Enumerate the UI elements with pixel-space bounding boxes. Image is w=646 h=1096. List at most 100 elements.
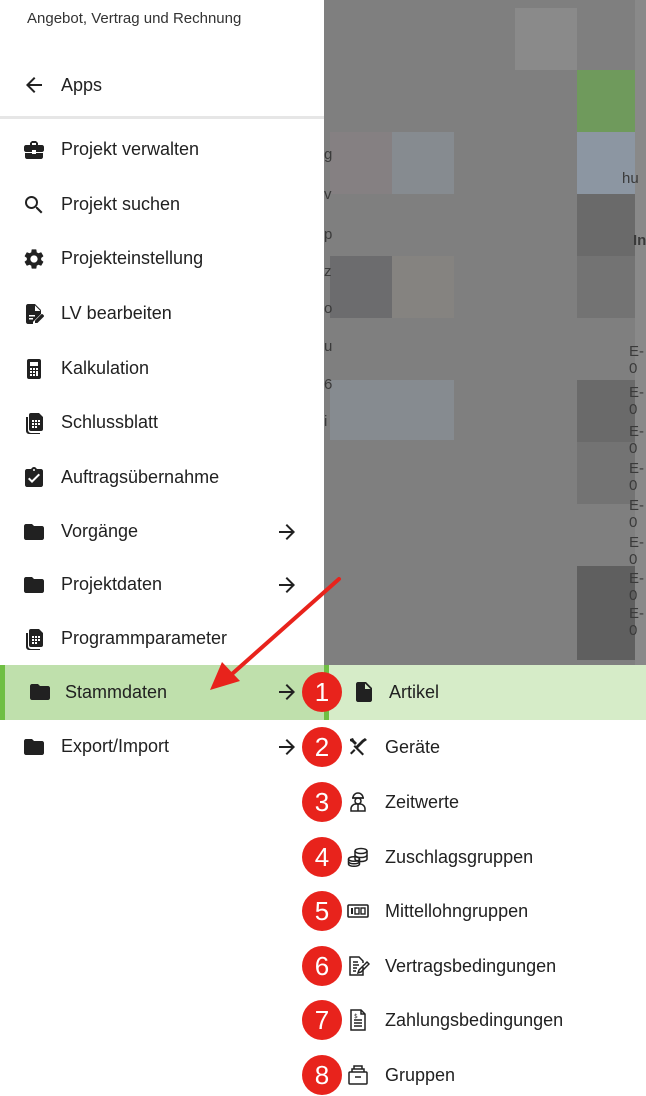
- bg-block: [515, 8, 577, 70]
- menu-item-label: Kalkulation: [61, 358, 150, 378]
- coins-icon: [346, 845, 370, 869]
- menu-item-projekteinstellung[interactable]: Projekteinstellung: [0, 234, 324, 284]
- number-badge: 6: [302, 946, 342, 986]
- bg-text: v: [324, 186, 332, 203]
- arrow-right-icon: [275, 735, 299, 759]
- submenu-item-label: Artikel: [389, 682, 440, 702]
- bg-text: z: [324, 263, 332, 280]
- arrow-right-icon: [275, 520, 299, 544]
- bg-block: [330, 256, 392, 318]
- briefcase-icon: [22, 138, 46, 162]
- number-badge: 4: [302, 837, 342, 877]
- submenu-item-vertragsbedingungen[interactable]: 6 Vertragsbedingungen: [302, 943, 646, 989]
- bg-text: 6: [324, 376, 333, 393]
- bg-block: [330, 132, 392, 194]
- menu-item-vorgaenge[interactable]: Vorgänge: [0, 507, 324, 557]
- arrow-left-icon: [22, 73, 46, 97]
- number-badge: 1: [302, 672, 342, 712]
- apps-label: Apps: [61, 75, 103, 95]
- bg-text: g: [324, 146, 333, 163]
- folder-icon: [22, 735, 46, 759]
- submenu-item-label: Geräte: [385, 737, 441, 757]
- bg-text: E-0: [629, 343, 644, 377]
- menu-item-label: Vorgänge: [61, 521, 139, 541]
- background-app-overlay: g v p z o u 6 i hu In E-0 E-0 E-0 E-0 E-…: [324, 0, 646, 665]
- submenu-item-label: Zeitwerte: [385, 792, 460, 812]
- bg-block: [577, 566, 637, 660]
- bg-block: [392, 132, 454, 194]
- submenu-item-mittellohngruppen[interactable]: 5 Mittellohngruppen: [302, 888, 646, 934]
- menu-item-label: Stammdaten: [65, 682, 168, 702]
- menu-item-label: Projekteinstellung: [61, 248, 204, 268]
- bg-text: u: [324, 338, 333, 355]
- number-badge: 8: [302, 1055, 342, 1095]
- menu-item-programmparameter[interactable]: Programmparameter: [0, 614, 324, 664]
- gear-icon: [22, 247, 46, 271]
- menu-item-projekt-suchen[interactable]: Projekt suchen: [0, 180, 324, 230]
- bg-block: [330, 380, 454, 440]
- submenu-item-zeitwerte[interactable]: 3 Zeitwerte: [302, 779, 646, 825]
- bg-text: E-0: [629, 605, 644, 639]
- bg-text: i: [324, 413, 328, 430]
- search-icon: [22, 193, 46, 217]
- menu-item-auftragsuebernahme[interactable]: Auftragsübernahme: [0, 453, 324, 503]
- folder-stack-icon: [346, 1063, 370, 1087]
- submenu-item-artikel[interactable]: 1 Artikel: [302, 669, 646, 715]
- submenu-item-zahlungsbedingungen[interactable]: 7 $ Zahlungsbedingungen: [302, 997, 646, 1043]
- menu-item-label: Projektdaten: [61, 574, 163, 594]
- bg-text: E-0: [629, 534, 644, 568]
- menu-item-label: Export/Import: [61, 736, 170, 756]
- menu-item-projekt-verwalten[interactable]: Projekt verwalten: [0, 125, 324, 175]
- submenu-item-geraete[interactable]: 2 Geräte: [302, 724, 646, 770]
- bg-block: [577, 256, 637, 318]
- menu-item-label: Projekt verwalten: [61, 139, 200, 159]
- folder-icon: [22, 520, 46, 544]
- drawer-title: Angebot, Vertrag und Rechnung: [27, 10, 242, 27]
- number-badge: 3: [302, 782, 342, 822]
- submenu-item-label: Gruppen: [385, 1065, 456, 1085]
- number-badge: 2: [302, 727, 342, 767]
- submenu-item-zuschlagsgruppen[interactable]: 4 Zuschlagsgruppen: [302, 834, 646, 880]
- navigation-drawer: Angebot, Vertrag und Rechnung Apps Proje…: [0, 0, 324, 665]
- submenu-item-gruppen[interactable]: 8 Gruppen: [302, 1052, 646, 1096]
- tools-icon: [346, 735, 370, 759]
- menu-item-schlussblatt[interactable]: Schlussblatt: [0, 398, 324, 448]
- calculator-icon: [22, 357, 46, 381]
- bg-text: E-0: [629, 570, 644, 604]
- number-badge: 5: [302, 891, 342, 931]
- number-badge: 7: [302, 1000, 342, 1040]
- submenu-item-label: Mittellohngruppen: [385, 901, 529, 921]
- submenu-item-label: Zuschlagsgruppen: [385, 847, 534, 867]
- bg-text: p: [324, 226, 333, 243]
- bg-block: [577, 380, 637, 442]
- menu-item-export-import[interactable]: Export/Import: [0, 722, 324, 772]
- menu-item-projektdaten[interactable]: Projektdaten: [0, 560, 324, 610]
- menu-item-label: Projekt suchen: [61, 194, 181, 214]
- menu-item-label: Programmparameter: [61, 628, 228, 648]
- arrow-right-icon: [275, 573, 299, 597]
- submenu-item-label: Zahlungsbedingungen: [385, 1010, 564, 1030]
- worker-icon: [346, 790, 370, 814]
- counter-icon: [346, 899, 370, 923]
- sheet-calc-icon: [22, 627, 46, 651]
- bg-text: hu: [622, 170, 639, 187]
- sheet-calc-icon: [22, 411, 46, 435]
- edit-document-icon: [22, 302, 46, 326]
- menu-item-label: Schlussblatt: [61, 412, 159, 432]
- menu-item-label: Auftragsübernahme: [61, 467, 220, 487]
- submenu-item-label: Vertragsbedingungen: [385, 956, 557, 976]
- bg-text: E-0: [629, 384, 644, 418]
- menu-item-label: LV bearbeiten: [61, 303, 172, 323]
- menu-item-kalkulation[interactable]: Kalkulation: [0, 344, 324, 394]
- folder-icon: [28, 680, 52, 704]
- clipboard-check-icon: [22, 466, 46, 490]
- bg-text: o: [324, 300, 333, 317]
- contract-edit-icon: [346, 954, 371, 978]
- bg-text: E-0: [629, 460, 644, 494]
- bg-text: E-0: [629, 423, 644, 457]
- bg-text: E-0: [629, 497, 644, 531]
- menu-item-lv-bearbeiten[interactable]: LV bearbeiten: [0, 289, 324, 339]
- arrow-right-icon: [275, 680, 299, 704]
- apps-back-button[interactable]: Apps: [0, 62, 324, 108]
- menu-item-stammdaten[interactable]: Stammdaten: [0, 665, 324, 720]
